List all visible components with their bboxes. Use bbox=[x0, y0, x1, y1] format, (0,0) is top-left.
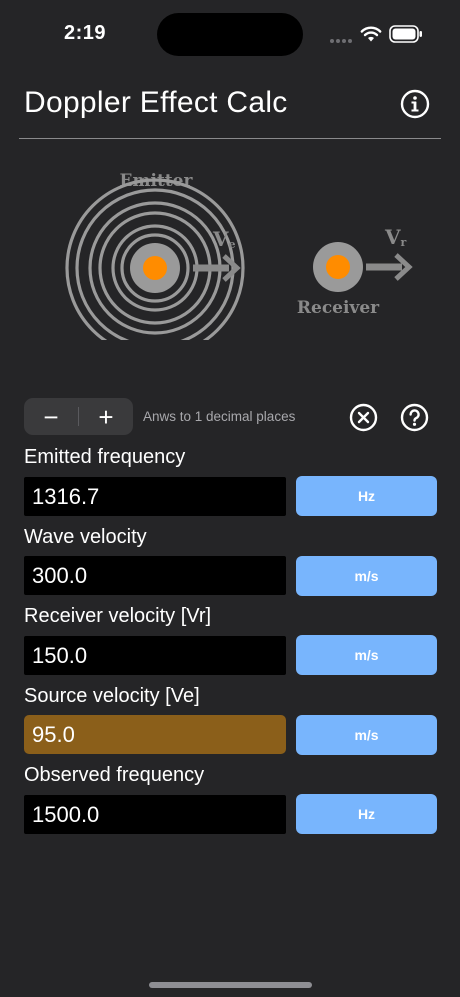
receiver-velocity-input[interactable]: 150.0 bbox=[24, 636, 286, 675]
decimal-places-stepper: − + bbox=[24, 398, 133, 435]
header-divider bbox=[19, 138, 441, 139]
emitter-arrow-icon bbox=[193, 254, 241, 282]
observed-frequency-unit-button[interactable]: Hz bbox=[296, 794, 437, 834]
receiver-core bbox=[326, 255, 350, 279]
clear-icon[interactable] bbox=[349, 403, 378, 432]
emitted-frequency-label: Emitted frequency bbox=[24, 446, 186, 468]
source-velocity-label: Source velocity [Ve] bbox=[24, 685, 200, 707]
emitter-velocity-sub: e bbox=[229, 238, 236, 251]
wave-velocity-unit-button[interactable]: m/s bbox=[296, 556, 437, 596]
emitter-velocity-label: Ve bbox=[212, 227, 236, 251]
receiver-arrow-icon bbox=[366, 253, 413, 281]
observed-frequency-label: Observed frequency bbox=[24, 764, 205, 786]
minus-icon: − bbox=[43, 401, 59, 432]
decrement-button[interactable]: − bbox=[24, 398, 78, 435]
cellular-signal-icon bbox=[330, 39, 352, 43]
status-bar: 2:19 bbox=[0, 0, 460, 70]
receiver-velocity-symbol: V bbox=[384, 225, 401, 249]
help-icon[interactable] bbox=[400, 403, 429, 432]
receiver-velocity-sub: r bbox=[401, 236, 407, 249]
info-icon[interactable] bbox=[400, 89, 430, 119]
increment-button[interactable]: + bbox=[79, 398, 133, 435]
wave-velocity-input[interactable]: 300.0 bbox=[24, 556, 286, 595]
wave-velocity-label: Wave velocity bbox=[24, 526, 147, 548]
wifi-icon bbox=[360, 26, 382, 42]
receiver-velocity-unit-button[interactable]: m/s bbox=[296, 635, 437, 675]
dynamic-island bbox=[157, 13, 303, 56]
receiver-label: Receiver bbox=[297, 298, 380, 318]
source-velocity-input[interactable]: 95.0 bbox=[24, 715, 286, 754]
emitted-frequency-input[interactable]: 1316.7 bbox=[24, 477, 286, 516]
status-time: 2:19 bbox=[64, 22, 107, 44]
battery-icon bbox=[389, 25, 422, 43]
receiver-velocity-label: Receiver velocity [Vr] bbox=[24, 605, 212, 627]
doppler-diagram: Emitter Ve Vr Receiver bbox=[65, 171, 413, 340]
source-velocity-unit-button[interactable]: m/s bbox=[296, 715, 437, 755]
page-title: Doppler Effect Calc bbox=[24, 86, 288, 119]
receiver-velocity-label: Vr bbox=[384, 225, 407, 249]
header: Doppler Effect Calc bbox=[0, 80, 460, 140]
emitted-frequency-unit-button[interactable]: Hz bbox=[296, 476, 437, 516]
emitter-core bbox=[143, 256, 167, 280]
observed-frequency-input[interactable]: 1500.0 bbox=[24, 795, 286, 834]
home-indicator[interactable] bbox=[149, 982, 312, 988]
emitter-velocity-symbol: V bbox=[212, 227, 229, 251]
precision-label: Anws to 1 decimal places bbox=[143, 409, 296, 424]
plus-icon: + bbox=[98, 401, 114, 432]
